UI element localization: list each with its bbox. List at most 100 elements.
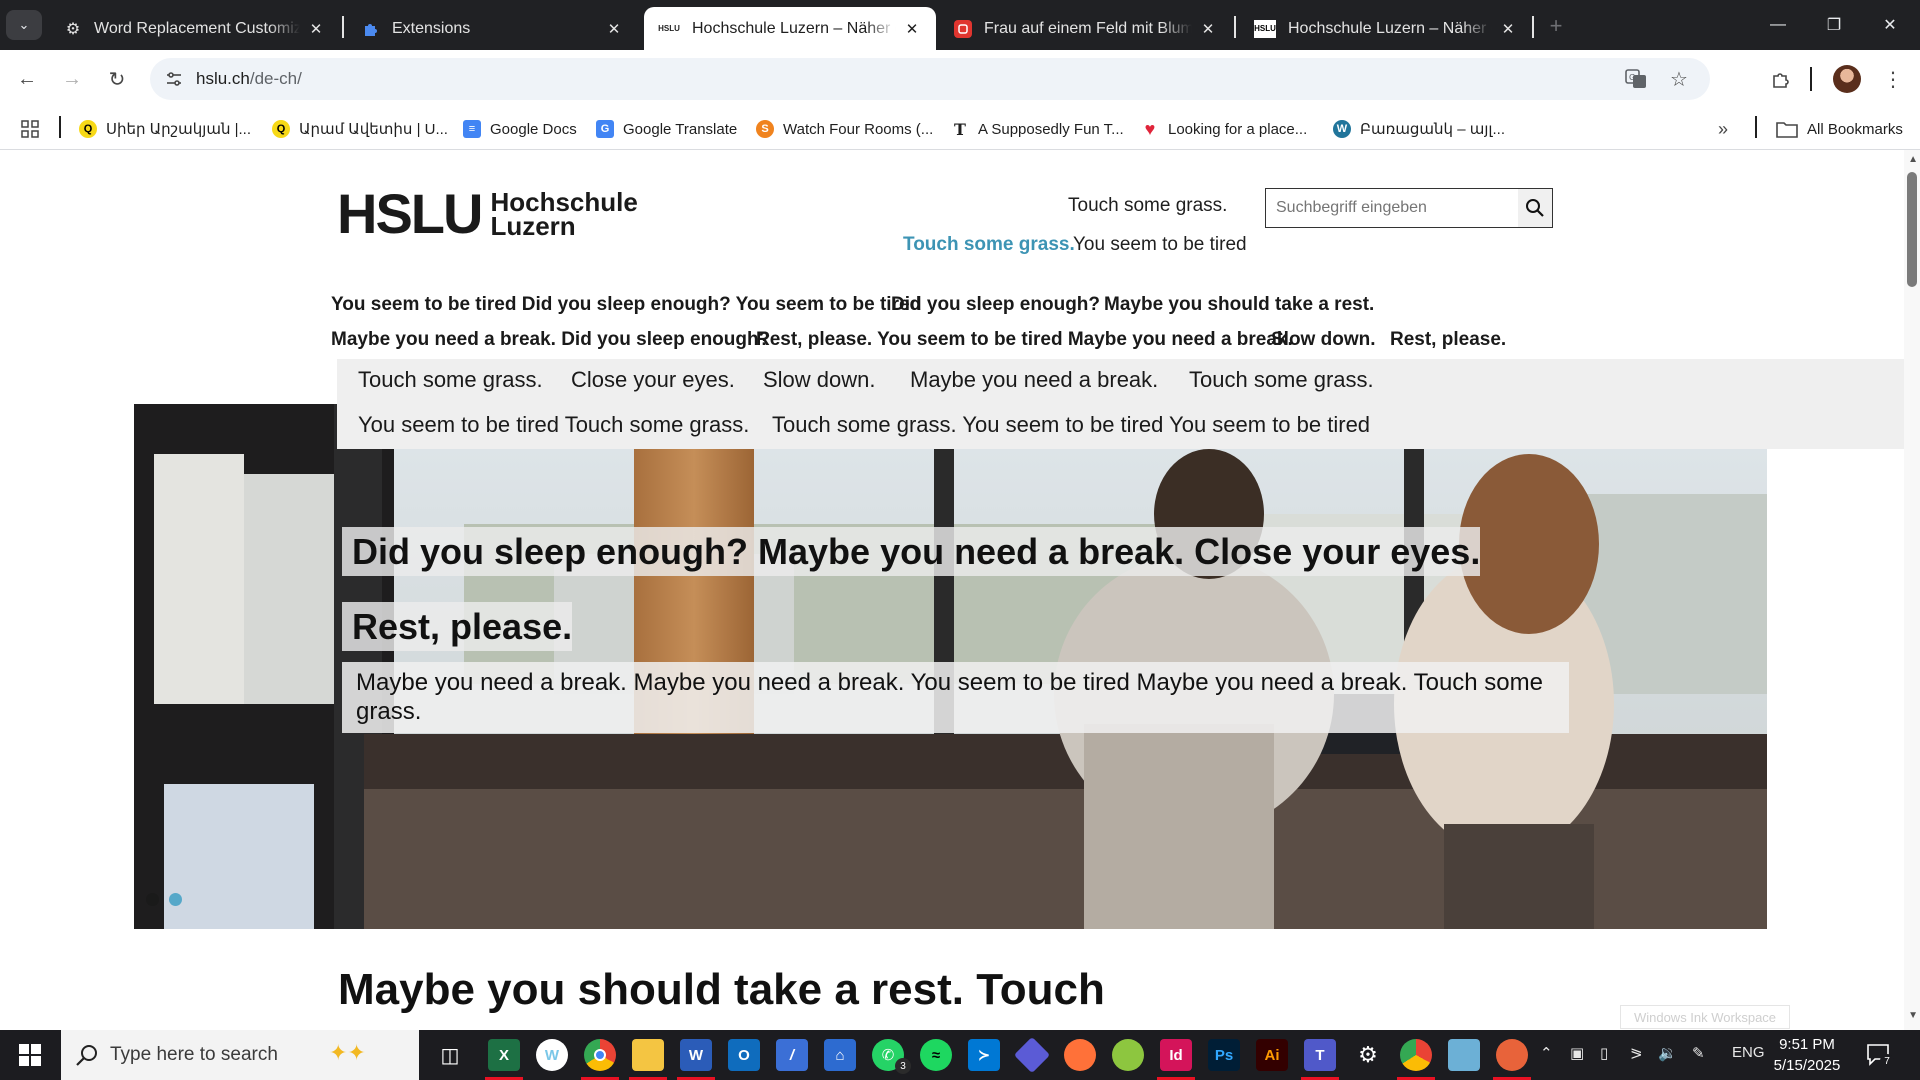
scroll-down-icon[interactable]: ▼ xyxy=(1908,1010,1918,1021)
scrollbar-thumb[interactable] xyxy=(1907,172,1917,287)
sub-nav-item[interactable]: You seem to be tired Touch some grass. xyxy=(358,412,749,438)
sub-nav-item[interactable]: Touch some grass. You seem to be tired Y… xyxy=(772,412,1370,438)
hslu-logo[interactable]: HSLU Hochschule Luzern xyxy=(337,186,638,242)
volume-icon[interactable]: 🔉 xyxy=(1658,1044,1677,1062)
main-nav-item[interactable]: You seem to be tired Did you sleep enoug… xyxy=(331,294,921,316)
all-bookmarks-button[interactable]: All Bookmarks xyxy=(1776,116,1903,142)
bookmark-separator xyxy=(1755,116,1757,138)
sub-nav-item[interactable]: Touch some grass. xyxy=(358,367,543,393)
arrow-right-icon: → xyxy=(62,67,82,90)
more-bookmarks-button[interactable]: » xyxy=(1718,116,1728,142)
main-nav-item[interactable]: Rest, please. xyxy=(1390,329,1506,351)
close-tab-icon[interactable]: ✕ xyxy=(1498,19,1518,39)
wifi-icon[interactable]: ⪖ xyxy=(1630,1044,1643,1062)
tab-frau-auf-feld[interactable]: Frau auf einem Feld mit Blumen ✕ xyxy=(940,7,1232,50)
bookmark-item[interactable]: ♥ Looking for a place... xyxy=(1141,116,1308,142)
vscode-icon[interactable]: ≻ xyxy=(968,1039,1000,1071)
main-nav-item[interactable]: Slow down. xyxy=(1271,329,1376,351)
minimize-button[interactable]: — xyxy=(1750,0,1806,50)
bookmark-item[interactable]: G Google Translate xyxy=(596,116,737,142)
task-view-icon[interactable]: ◫ xyxy=(434,1039,466,1071)
restore-button[interactable]: ❐ xyxy=(1806,0,1862,50)
start-button[interactable] xyxy=(0,1030,60,1080)
bookmark-item[interactable]: Q Սիեր Արշակյան |... xyxy=(79,116,251,142)
folder-icon xyxy=(1776,122,1798,138)
extensions-button[interactable] xyxy=(1764,62,1798,96)
pen-workspace-icon[interactable]: ✎ xyxy=(1692,1044,1705,1062)
sub-nav-item[interactable]: Close your eyes. xyxy=(571,367,735,393)
bookmark-item[interactable]: S Watch Four Rooms (... xyxy=(756,116,933,142)
pen-app-icon[interactable]: / xyxy=(776,1039,808,1071)
orange-app-icon[interactable] xyxy=(1496,1039,1528,1071)
photoshop-icon[interactable]: Ps xyxy=(1208,1039,1240,1071)
settings-gear-icon[interactable]: ⚙ xyxy=(1352,1039,1384,1071)
network-adapter-icon[interactable]: ▣ xyxy=(1570,1044,1584,1062)
word-icon[interactable]: W xyxy=(680,1039,712,1071)
illustrator-icon[interactable]: Ai xyxy=(1256,1039,1288,1071)
file-explorer-icon[interactable] xyxy=(632,1039,664,1071)
close-tab-icon[interactable]: ✕ xyxy=(306,19,326,39)
tab-search-button[interactable]: ⌄ xyxy=(6,10,42,40)
system-clock[interactable]: 9:51 PM 5/15/2025 xyxy=(1768,1034,1846,1076)
bookmark-item[interactable]: Q Արամ Ավետիս | U... xyxy=(272,116,448,142)
address-bar[interactable]: hslu.ch/de-ch/ G ☆ xyxy=(150,58,1710,100)
blue-app-icon[interactable]: ⌂ xyxy=(824,1039,856,1071)
main-nav-item[interactable]: Maybe you should take a rest. xyxy=(1104,294,1374,316)
meta-link[interactable]: Touch some grass. xyxy=(1068,195,1227,217)
sub-nav-item[interactable]: Touch some grass. xyxy=(1189,367,1374,393)
language-indicator[interactable]: ENG xyxy=(1732,1044,1765,1061)
teams-icon[interactable]: T xyxy=(1304,1039,1336,1071)
chrome-profile-icon[interactable] xyxy=(1400,1039,1432,1071)
main-nav-item[interactable]: Did you sleep enough? xyxy=(891,294,1100,316)
site-search-input[interactable] xyxy=(1266,189,1516,227)
notification-center-icon[interactable]: 7 xyxy=(1866,1042,1894,1068)
translate-icon: G xyxy=(596,120,614,138)
spotify-icon[interactable]: ≈ xyxy=(920,1039,952,1071)
new-tab-button[interactable]: + xyxy=(1542,12,1570,40)
sub-nav-item[interactable]: Maybe you need a break. xyxy=(910,367,1158,393)
apps-button[interactable] xyxy=(20,116,40,142)
chrome-icon[interactable] xyxy=(584,1039,616,1071)
back-button[interactable]: ← xyxy=(10,62,44,96)
tab-word-replacement[interactable]: ⚙ Word Replacement Customizati ✕ xyxy=(50,7,340,50)
word-helper-icon[interactable]: W xyxy=(536,1039,568,1071)
tab-hslu-active[interactable]: HSLU Hochschule Luzern – Näher dran ✕ xyxy=(644,7,936,50)
teal-app-icon[interactable] xyxy=(1448,1039,1480,1071)
site-search-button[interactable] xyxy=(1518,189,1552,227)
reload-button[interactable]: ↻ xyxy=(100,62,134,96)
tab-extensions[interactable]: Extensions ✕ xyxy=(348,7,638,50)
site-info-icon[interactable] xyxy=(162,67,186,91)
close-tab-icon[interactable]: ✕ xyxy=(902,19,922,39)
firefox-icon[interactable] xyxy=(1064,1039,1096,1071)
translate-icon[interactable]: G xyxy=(1624,67,1648,91)
diamond-app-icon[interactable] xyxy=(1013,1036,1051,1074)
meta-link-active[interactable]: Touch some grass. xyxy=(903,234,1075,256)
bookmark-item[interactable]: ≡ Google Docs xyxy=(463,116,577,142)
close-tab-icon[interactable]: ✕ xyxy=(604,19,624,39)
outlook-icon[interactable]: O xyxy=(728,1039,760,1071)
bookmark-star-icon[interactable]: ☆ xyxy=(1666,66,1692,92)
tab-hslu-2[interactable]: HSLU Hochschule Luzern – Näher dran ✕ xyxy=(1240,7,1532,50)
profile-avatar[interactable] xyxy=(1833,65,1861,93)
excel-icon[interactable]: X xyxy=(488,1039,520,1071)
indesign-icon[interactable]: Id xyxy=(1160,1039,1192,1071)
bookmark-item[interactable]: T A Supposedly Fun T... xyxy=(951,116,1124,142)
scroll-up-icon[interactable]: ▲ xyxy=(1908,154,1918,165)
green-app-icon[interactable] xyxy=(1112,1039,1144,1071)
sub-nav-item[interactable]: Slow down. xyxy=(763,367,876,393)
taskbar-search-box[interactable]: Type here to search ✦✦ xyxy=(61,1030,419,1080)
browser-toolbar: ← → ↻ hslu.ch/de-ch/ G ☆ ⋮ xyxy=(0,50,1920,108)
meta-link[interactable]: You seem to be tired xyxy=(1073,234,1247,256)
show-hidden-icons[interactable]: ⌃ xyxy=(1540,1044,1553,1062)
browser-menu-button[interactable]: ⋮ xyxy=(1876,62,1910,96)
bookmark-item[interactable]: W Բառացանկ – այլ... xyxy=(1333,116,1505,142)
carousel-dot[interactable] xyxy=(146,893,159,906)
forward-button[interactable]: → xyxy=(55,62,89,96)
main-nav-item[interactable]: Rest, please. You seem to be tired Maybe… xyxy=(756,329,1293,351)
carousel-dot-active[interactable] xyxy=(169,893,182,906)
battery-icon[interactable]: ▯ xyxy=(1600,1044,1608,1062)
close-tab-icon[interactable]: ✕ xyxy=(1198,19,1218,39)
main-nav-item[interactable]: Maybe you need a break. Did you sleep en… xyxy=(331,329,770,351)
tab-separator xyxy=(342,16,344,38)
close-window-button[interactable]: ✕ xyxy=(1862,0,1918,50)
